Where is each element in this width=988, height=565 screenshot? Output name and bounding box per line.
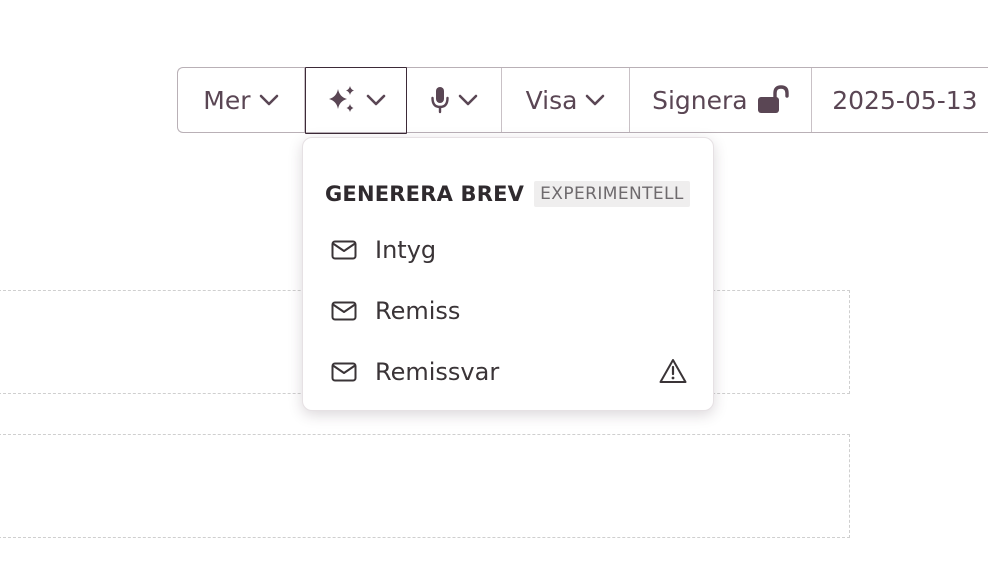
unlock-icon	[756, 85, 790, 115]
ai-dropdown-button[interactable]	[304, 66, 407, 134]
signera-button[interactable]: Signera	[630, 68, 813, 132]
date-button[interactable]: 2025-05-13	[812, 68, 988, 132]
sparkles-icon	[326, 85, 358, 115]
envelope-icon	[331, 362, 357, 382]
dictation-dropdown-button[interactable]	[407, 68, 502, 132]
chevron-down-icon	[585, 93, 605, 107]
placeholder-box	[0, 434, 850, 538]
visa-dropdown-button[interactable]: Visa	[502, 68, 631, 132]
microphone-icon	[430, 86, 450, 114]
toolbar: Mer Visa Signera 2025-05-13	[177, 66, 988, 134]
visa-label: Visa	[525, 85, 578, 115]
menu-item-remissvar[interactable]: Remissvar	[303, 347, 713, 397]
menu-item-label: Remiss	[375, 297, 461, 325]
experimental-badge: EXPERIMENTELL	[534, 181, 690, 207]
menu-header: GENERERA BREV EXPERIMENTELL	[325, 181, 690, 207]
date-label: 2025-05-13	[832, 85, 978, 115]
envelope-icon	[331, 240, 357, 260]
warning-triangle-icon	[659, 358, 687, 384]
generate-letter-menu: GENERERA BREV EXPERIMENTELL Intyg Remiss	[302, 137, 714, 411]
menu-item-label: Intyg	[375, 236, 437, 264]
menu-item-remiss[interactable]: Remiss	[303, 286, 713, 336]
page: Mer Visa Signera 2025-05-13 GENERERA BRE…	[0, 0, 988, 565]
chevron-down-icon	[458, 93, 478, 107]
signera-label: Signera	[652, 85, 748, 115]
chevron-down-icon	[259, 93, 279, 107]
mer-dropdown-button[interactable]: Mer	[178, 68, 305, 132]
envelope-icon	[331, 301, 357, 321]
chevron-down-icon	[366, 93, 386, 107]
menu-item-label: Remissvar	[375, 358, 500, 386]
mer-label: Mer	[203, 85, 251, 115]
menu-item-intyg[interactable]: Intyg	[303, 225, 713, 275]
menu-title: GENERERA BREV	[325, 182, 525, 206]
